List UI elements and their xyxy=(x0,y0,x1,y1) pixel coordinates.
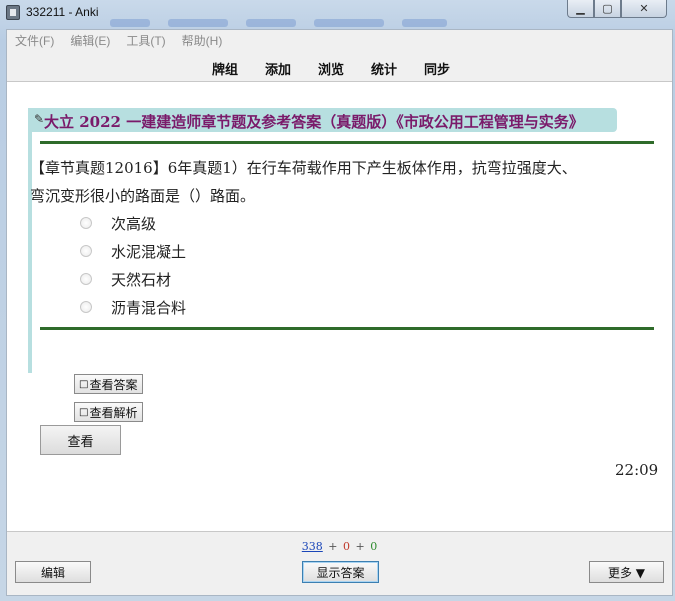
close-icon: ✕ xyxy=(639,2,649,15)
main-toolbar: 牌组 添加 浏览 统计 同步 xyxy=(7,50,672,82)
card-view: ✎ 大立 2022 一建建造师章节题及参考答案（真题版）《市政公用工程管理与实务… xyxy=(7,83,672,531)
close-button[interactable]: ✕ xyxy=(621,0,667,18)
top-divider xyxy=(40,141,654,144)
bottom-divider xyxy=(40,327,654,330)
menu-help[interactable]: 帮助(H) xyxy=(174,32,231,49)
toolbar-add[interactable]: 添加 xyxy=(265,59,291,78)
option-label: 沥青混合料 xyxy=(111,298,187,317)
edit-button[interactable]: 编辑 xyxy=(15,561,91,583)
card-title-band: ✎ 大立 2022 一建建造师章节题及参考答案（真题版）《市政公用工程管理与实务… xyxy=(28,108,617,132)
option-4[interactable]: 沥青混合料 xyxy=(80,297,186,317)
background-taskbar-ghost xyxy=(110,12,560,27)
radio-button[interactable] xyxy=(80,273,92,285)
review-bottom-bar: 338 + 0 + 0 编辑 显示答案 更多 ▼ xyxy=(7,531,672,595)
question-line-1: 【章节真题12016】6年真题1）在行车荷载作用下产生板体作用，抗弯拉强度大、 xyxy=(30,159,577,177)
client-area: 文件(F) 编辑(E) 工具(T) 帮助(H) 牌组 添加 浏览 统计 同步 ✎… xyxy=(6,29,673,596)
card-left-accent xyxy=(28,108,32,373)
show-answer-button[interactable]: 显示答案 xyxy=(302,561,379,583)
toolbar-stats[interactable]: 统计 xyxy=(371,59,397,78)
show-analysis-toggle[interactable]: □ 查看解析 xyxy=(74,402,144,422)
option-label: 次高级 xyxy=(111,214,157,233)
question-line-2: 弯沉变形很小的路面是（）路面。 xyxy=(30,187,256,205)
toolbar-browse[interactable]: 浏览 xyxy=(318,59,344,78)
menu-tools[interactable]: 工具(T) xyxy=(118,32,173,49)
option-1[interactable]: 次高级 xyxy=(80,213,156,233)
maximize-button[interactable]: ▢ xyxy=(594,0,621,18)
plus-sign: + xyxy=(355,540,365,553)
anki-app-icon xyxy=(6,5,20,20)
maximize-icon: ▢ xyxy=(602,2,613,15)
review-count: 0 xyxy=(370,540,378,553)
minimize-button[interactable]: ▁ xyxy=(567,0,594,18)
toolbar-decks[interactable]: 牌组 xyxy=(212,59,238,78)
window-title: 332211 - Anki xyxy=(26,5,99,19)
card-title: 大立 2022 一建建造师章节题及参考答案（真题版）《市政公用工程管理与实务》 xyxy=(44,113,584,131)
new-count: 338 xyxy=(301,540,323,553)
title-bar[interactable]: 332211 - Anki ▁ ▢ ✕ xyxy=(0,0,675,27)
card-timer: 22:09 xyxy=(615,461,659,479)
option-label: 水泥混凝土 xyxy=(111,242,187,261)
toolbar-sync[interactable]: 同步 xyxy=(424,59,450,78)
option-label: 天然石材 xyxy=(111,270,172,289)
view-button[interactable]: 查看 xyxy=(40,425,121,455)
more-button[interactable]: 更多 ▼ xyxy=(589,561,664,583)
anki-window: 332211 - Anki ▁ ▢ ✕ 文件(F) 编辑(E) 工具(T) 帮助… xyxy=(0,0,675,601)
minimize-icon: ▁ xyxy=(576,2,585,15)
learn-count: 0 xyxy=(343,540,350,553)
menu-file[interactable]: 文件(F) xyxy=(7,32,62,49)
show-analysis-toggle-label: 查看解析 xyxy=(89,405,138,420)
option-3[interactable]: 天然石材 xyxy=(80,269,171,289)
question-text: 【章节真题12016】6年真题1）在行车荷载作用下产生板体作用，抗弯拉强度大、 … xyxy=(30,154,660,210)
radio-button[interactable] xyxy=(80,301,92,313)
show-answer-toggle[interactable]: □ 查看答案 xyxy=(74,374,144,394)
due-counts: 338 + 0 + 0 xyxy=(7,540,672,553)
plus-sign: + xyxy=(328,540,338,553)
toggle-icon: □ xyxy=(79,378,89,390)
show-answer-toggle-label: 查看答案 xyxy=(89,377,138,392)
menu-bar: 文件(F) 编辑(E) 工具(T) 帮助(H) xyxy=(7,30,672,50)
option-2[interactable]: 水泥混凝土 xyxy=(80,241,186,261)
toggle-icon: □ xyxy=(79,406,89,418)
menu-edit[interactable]: 编辑(E) xyxy=(62,32,118,49)
pencil-icon: ✎ xyxy=(34,112,45,126)
radio-button[interactable] xyxy=(80,245,92,257)
caption-buttons: ▁ ▢ ✕ xyxy=(567,0,667,18)
radio-button[interactable] xyxy=(80,217,92,229)
